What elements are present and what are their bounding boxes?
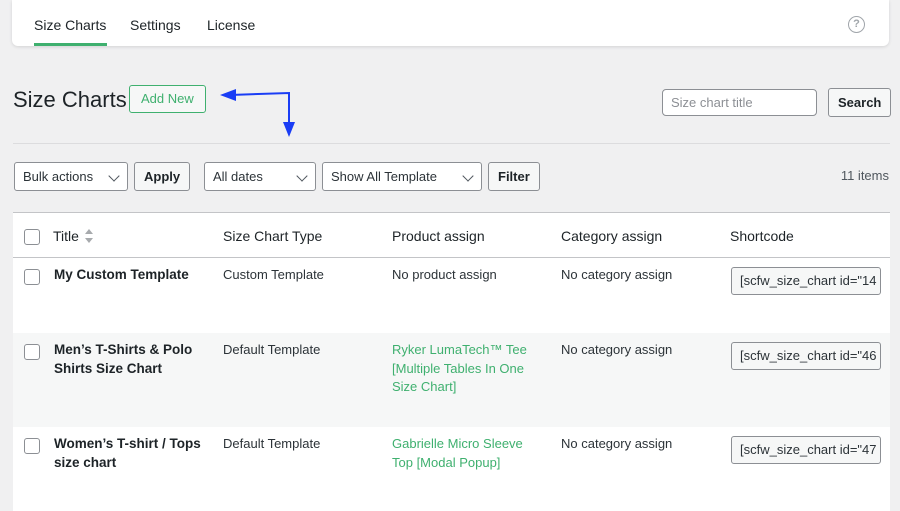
template-value: Show All Template [331, 169, 437, 184]
row-title-line[interactable]: Shirts Size Chart [54, 360, 204, 379]
dates-select[interactable]: All dates [204, 162, 316, 191]
row-product-line[interactable]: Top [Modal Popup] [392, 454, 542, 473]
row-checkbox[interactable] [24, 344, 40, 360]
top-tab-bar: Size Charts Settings License ? [12, 0, 889, 46]
shortcode-field[interactable]: [scfw_size_chart id="47 [731, 436, 881, 464]
column-size-chart-type: Size Chart Type [223, 228, 323, 244]
row-category-assign: No category assign [561, 436, 673, 451]
active-tab-indicator [34, 43, 107, 46]
table-header: Title Size Chart Type Product assign Cat… [13, 213, 890, 258]
row-checkbox[interactable] [24, 269, 40, 285]
row-title-line[interactable]: My Custom Template [54, 266, 204, 285]
column-category-assign: Category assign [561, 228, 663, 244]
row-product-line: No product assign [392, 267, 497, 282]
row-category-assign: No category assign [561, 267, 673, 282]
add-new-button[interactable]: Add New [129, 85, 206, 113]
template-select[interactable]: Show All Template [322, 162, 482, 191]
row-type: Custom Template [223, 267, 324, 282]
chevron-down-icon [296, 170, 308, 182]
table-row: Women’s T-shirt / Tops size chart Defaul… [13, 427, 890, 511]
column-title[interactable]: Title [53, 228, 79, 244]
table-row: My Custom Template Custom Template No pr… [13, 258, 890, 333]
question-circle-icon[interactable]: ? [848, 16, 865, 33]
search-input[interactable] [662, 89, 817, 116]
row-product-line[interactable]: Ryker LumaTech™ Tee [392, 341, 542, 360]
row-title[interactable]: My Custom Template [54, 266, 204, 285]
chevron-down-icon [108, 170, 120, 182]
row-title-line[interactable]: Women’s T-shirt / Tops [54, 435, 204, 454]
page-title: Size Charts [13, 87, 127, 112]
dates-value: All dates [213, 169, 263, 184]
row-title-line[interactable]: Men’s T-Shirts & Polo [54, 341, 204, 360]
row-product-assign-link[interactable]: Gabrielle Micro Sleeve Top [Modal Popup] [392, 435, 542, 472]
search-button[interactable]: Search [828, 88, 892, 117]
row-product-line[interactable]: Gabrielle Micro Sleeve [392, 435, 542, 454]
select-all-checkbox[interactable] [24, 229, 40, 245]
size-charts-table: Title Size Chart Type Product assign Cat… [13, 212, 890, 511]
shortcode-field[interactable]: [scfw_size_chart id="14 [731, 267, 881, 295]
row-checkbox[interactable] [24, 438, 40, 454]
chevron-down-icon [462, 170, 474, 182]
bulk-actions-select[interactable]: Bulk actions [14, 162, 128, 191]
row-product-line[interactable]: Size Chart] [392, 378, 542, 397]
bulk-actions-value: Bulk actions [23, 169, 94, 184]
row-title[interactable]: Men’s T-Shirts & Polo Shirts Size Chart [54, 341, 204, 378]
tab-license[interactable]: License [207, 17, 255, 33]
divider [13, 143, 890, 144]
row-product-assign-link[interactable]: Ryker LumaTech™ Tee [Multiple Tables In … [392, 341, 542, 397]
row-product-line[interactable]: [Multiple Tables In One [392, 360, 542, 379]
column-product-assign: Product assign [392, 228, 485, 244]
row-product-assign: No product assign [392, 266, 542, 285]
row-title[interactable]: Women’s T-shirt / Tops size chart [54, 435, 204, 472]
row-type: Default Template [223, 342, 321, 357]
column-shortcode: Shortcode [730, 228, 794, 244]
row-category-assign: No category assign [561, 342, 673, 357]
filter-button[interactable]: Filter [488, 162, 540, 191]
row-type: Default Template [223, 436, 321, 451]
tab-settings[interactable]: Settings [130, 17, 181, 33]
row-title-line[interactable]: size chart [54, 454, 204, 473]
shortcode-field[interactable]: [scfw_size_chart id="46 [731, 342, 881, 370]
table-row: Men’s T-Shirts & Polo Shirts Size Chart … [13, 333, 890, 427]
items-count: 11 items [840, 168, 889, 183]
apply-button[interactable]: Apply [134, 162, 191, 191]
tab-size-charts[interactable]: Size Charts [34, 17, 106, 33]
sort-icon[interactable] [84, 228, 94, 244]
